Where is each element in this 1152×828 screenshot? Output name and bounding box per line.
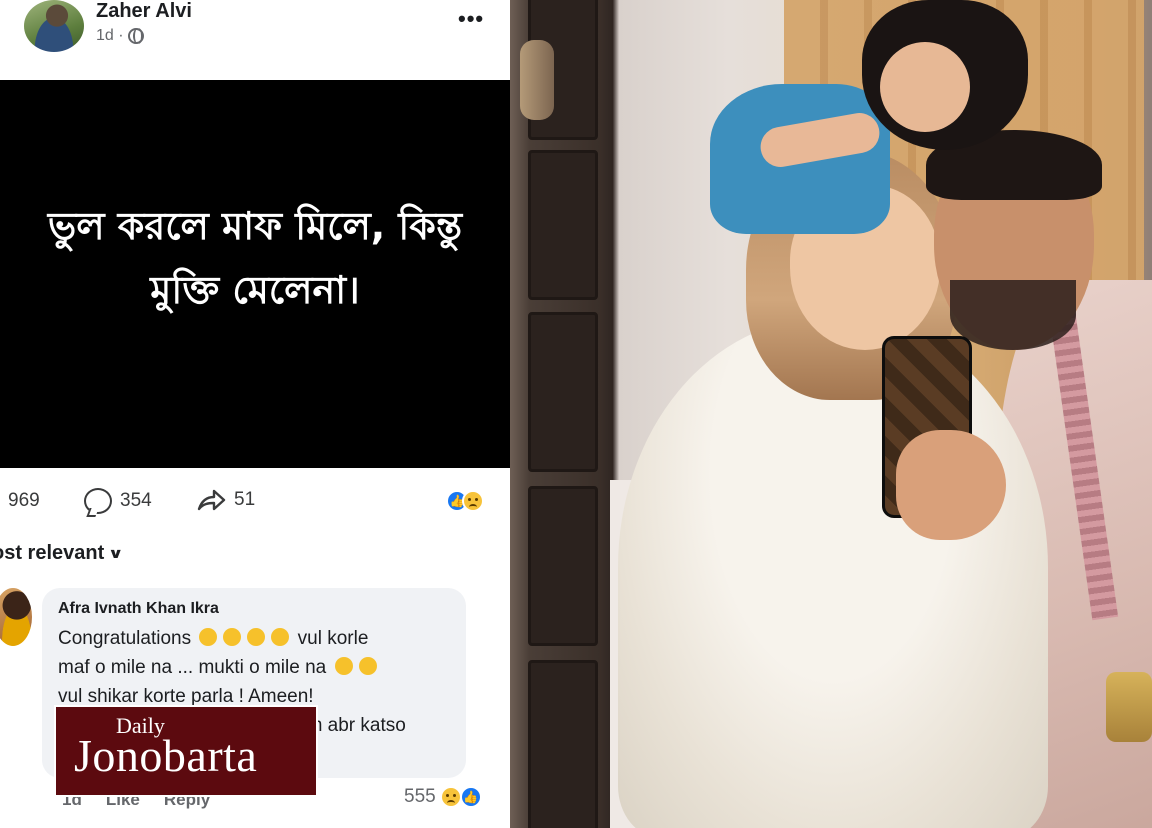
post-timestamp[interactable]: 1d · bbox=[96, 27, 144, 45]
comment-reaction-count[interactable]: 555 👍 bbox=[404, 786, 482, 808]
globe-icon bbox=[127, 28, 144, 44]
brand-logo: Daily Jonobarta bbox=[54, 705, 318, 797]
comment-line-1-text: Congratulations bbox=[58, 628, 192, 649]
share-count-text: 51 bbox=[234, 489, 256, 510]
ok-hand-emoji-icon bbox=[358, 657, 377, 675]
post-stats: 969 354 51 bbox=[0, 478, 510, 524]
status-text-line-2: মুক্তি মেলেনা। bbox=[150, 268, 360, 312]
child-face bbox=[880, 42, 970, 132]
ok-hand-emoji-icon bbox=[223, 628, 242, 646]
status-text: ভুল করলে মাফ মিলে, কিন্তু মুক্তি মেলেনা। bbox=[10, 194, 500, 322]
comment-line-2-text: maf o mile na ... mukti o mile na bbox=[58, 657, 327, 678]
share-icon bbox=[196, 488, 226, 512]
door-panel bbox=[528, 312, 598, 472]
comment-line-1-tail: vul korle bbox=[297, 628, 369, 649]
commenter-name[interactable]: Afra Ivnath Khan Ikra bbox=[58, 600, 450, 618]
post-time-text: 1d · bbox=[96, 27, 124, 44]
reaction-icons[interactable]: 👍 bbox=[446, 490, 484, 512]
facebook-post: Zaher Alvi 1d · ••• ভুল করলে মাফ মিলে, ক… bbox=[0, 0, 510, 828]
door-panel bbox=[528, 486, 598, 646]
status-card: ভুল করলে মাফ মিলে, কিন্তু মুক্তি মেলেনা। bbox=[0, 80, 510, 468]
comment-reaction-count-text: 555 bbox=[404, 786, 436, 807]
share-count[interactable]: 51 bbox=[196, 488, 255, 512]
commenter-avatar[interactable] bbox=[0, 588, 32, 646]
ok-hand-emoji-icon bbox=[271, 628, 290, 646]
reaction-count-text: 969 bbox=[8, 490, 40, 511]
sort-label: ost relevant bbox=[0, 542, 105, 564]
wrist-watch bbox=[1106, 672, 1152, 742]
comment-count-text: 354 bbox=[120, 490, 152, 511]
comment-sort[interactable]: ost relevant ∨ bbox=[0, 542, 124, 565]
door bbox=[520, 0, 612, 828]
family-photo bbox=[510, 0, 1152, 828]
door-panel bbox=[528, 150, 598, 300]
ok-hand-emoji-icon bbox=[334, 657, 353, 675]
more-options-icon[interactable]: ••• bbox=[458, 8, 484, 30]
chevron-down-icon: ∨ bbox=[107, 545, 124, 561]
comment-icon bbox=[84, 488, 112, 514]
sad-reaction-icon bbox=[462, 490, 484, 512]
comment-line-1: Congratulations vul korle bbox=[58, 624, 450, 653]
author-name[interactable]: Zaher Alvi bbox=[96, 0, 192, 23]
ok-hand-emoji-icon bbox=[247, 628, 266, 646]
door-panel bbox=[528, 660, 598, 828]
comment-line-2: maf o mile na ... mukti o mile na bbox=[58, 653, 450, 682]
comment-count[interactable]: 354 bbox=[84, 488, 152, 514]
hand bbox=[896, 430, 1006, 540]
like-icon: 👍 bbox=[459, 786, 482, 808]
author-avatar[interactable] bbox=[24, 0, 84, 52]
ok-hand-emoji-icon bbox=[199, 628, 218, 646]
reaction-count[interactable]: 969 bbox=[8, 490, 40, 512]
brand-logo-name: Jonobarta bbox=[74, 730, 258, 781]
door-handle bbox=[520, 40, 554, 120]
status-text-line-1: ভুল করলে মাফ মিলে, কিন্তু bbox=[47, 204, 463, 248]
sad-reaction-icon bbox=[439, 786, 462, 808]
post-header: Zaher Alvi 1d · ••• bbox=[0, 0, 510, 80]
